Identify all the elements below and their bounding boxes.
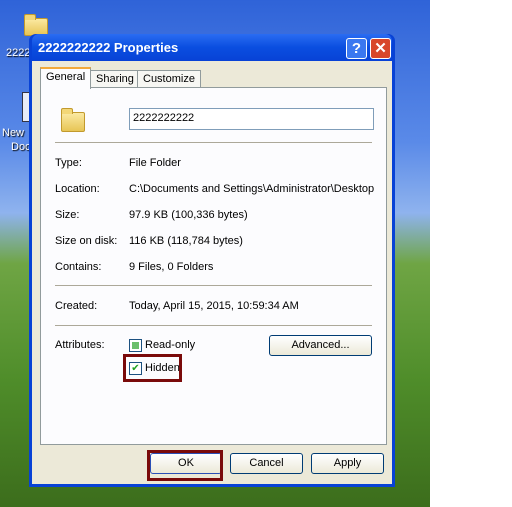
- folder-name-input[interactable]: 2222222222: [129, 108, 374, 130]
- help-button[interactable]: ?: [346, 38, 367, 59]
- folder-icon: [61, 108, 85, 132]
- desktop-icon-label[interactable]: New: [2, 127, 24, 139]
- advanced-button[interactable]: Advanced...: [269, 335, 372, 356]
- dialog-client: General Sharing Customize 2222222222 Typ…: [32, 61, 392, 484]
- divider: [55, 325, 372, 326]
- apply-button[interactable]: Apply: [311, 453, 384, 474]
- general-panel: 2222222222 Type: File Folder Location: C…: [40, 87, 387, 445]
- dialog-title: 2222222222 Properties: [38, 40, 179, 55]
- contains-value: 9 Files, 0 Folders: [129, 261, 214, 273]
- created-label: Created:: [55, 300, 98, 312]
- title-bar[interactable]: 2222222222 Properties: [32, 34, 392, 61]
- tab-customize[interactable]: Customize: [137, 70, 201, 88]
- desktop-icon-label[interactable]: 2222: [6, 47, 30, 59]
- readonly-checkbox[interactable]: [129, 339, 142, 352]
- type-label: Type:: [55, 157, 82, 169]
- location-label: Location:: [55, 183, 100, 195]
- type-value: File Folder: [129, 157, 181, 169]
- divider: [55, 285, 372, 286]
- close-button[interactable]: ✕: [370, 38, 391, 59]
- cancel-button[interactable]: Cancel: [230, 453, 303, 474]
- created-value: Today, April 15, 2015, 10:59:34 AM: [129, 300, 299, 312]
- attributes-label: Attributes:: [55, 339, 105, 351]
- hidden-highlight-box: [123, 354, 182, 382]
- divider: [55, 142, 372, 143]
- size-on-disk-label: Size on disk:: [55, 235, 118, 247]
- properties-dialog: 2222222222 Properties ? ✕ General Sharin…: [29, 34, 395, 487]
- tab-general[interactable]: General: [40, 67, 92, 89]
- readonly-label[interactable]: Read-only: [145, 339, 195, 351]
- size-label: Size:: [55, 209, 80, 221]
- tab-sharing[interactable]: Sharing: [90, 70, 140, 88]
- size-on-disk-value: 116 KB (118,784 bytes): [129, 235, 243, 247]
- ok-highlight-box: [147, 450, 223, 481]
- contains-label: Contains:: [55, 261, 102, 273]
- location-value: C:\Documents and Settings\Administrator\…: [129, 183, 375, 195]
- size-value: 97.9 KB (100,336 bytes): [129, 209, 248, 221]
- desktop-icon-label[interactable]: Doc: [11, 141, 31, 153]
